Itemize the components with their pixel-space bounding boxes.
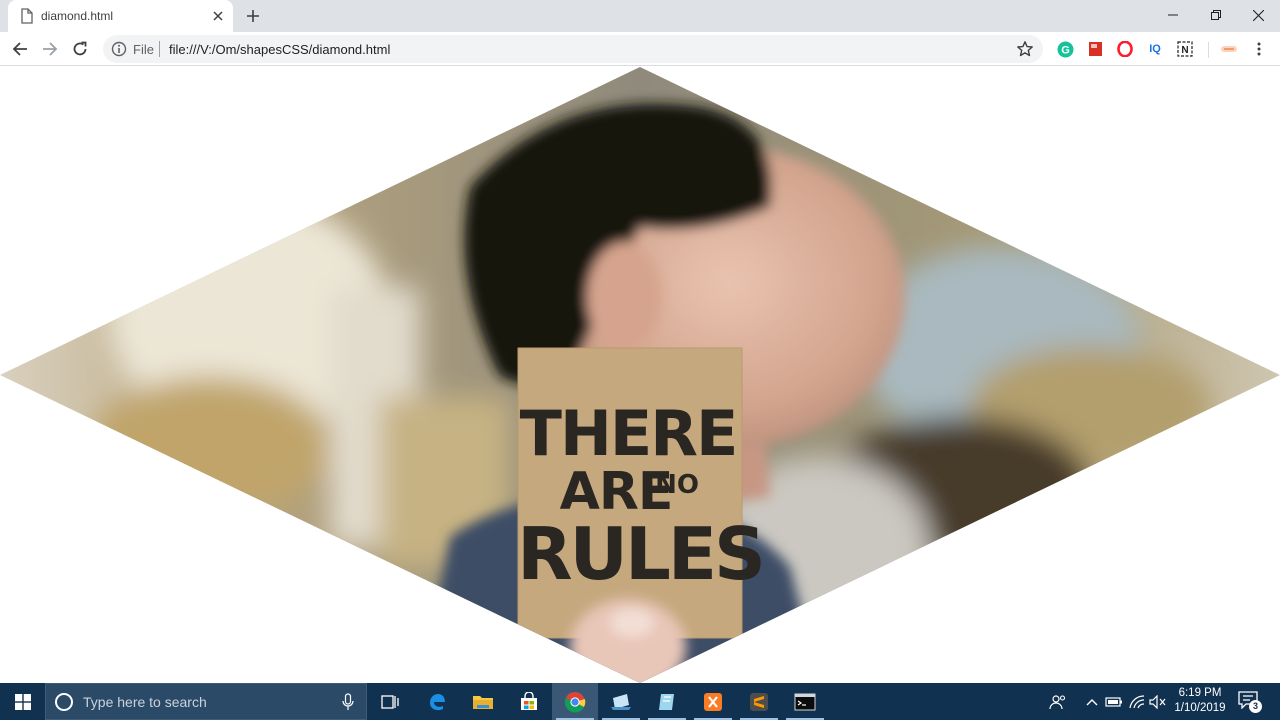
grammarly-icon: G xyxy=(1057,41,1073,57)
taskbar-app-6[interactable] xyxy=(598,683,644,720)
taskbar-terminal[interactable] xyxy=(782,683,828,720)
restore-icon xyxy=(1211,10,1221,20)
opera-icon xyxy=(1117,41,1133,57)
taskbar-file-explorer[interactable] xyxy=(460,683,506,720)
cortana-icon xyxy=(55,693,73,711)
back-button[interactable] xyxy=(8,37,32,61)
iq-icon[interactable]: IQ xyxy=(1146,40,1164,58)
tab-strip: diamond.html xyxy=(0,0,1280,32)
notification-count-badge: 3 xyxy=(1249,700,1262,713)
plus-icon xyxy=(247,10,259,22)
book-icon xyxy=(1088,42,1102,56)
notion-n-icon[interactable]: N xyxy=(1176,40,1194,58)
search-placeholder: Type here to search xyxy=(83,694,207,710)
toggle-icon[interactable] xyxy=(1220,40,1238,58)
taskbar-store[interactable] xyxy=(506,683,552,720)
tab-diamond-html[interactable]: diamond.html xyxy=(8,0,233,32)
tab-close-button[interactable] xyxy=(208,6,228,26)
microphone-icon[interactable] xyxy=(342,693,354,711)
arrow-left-icon xyxy=(12,42,27,56)
taskbar-sublime[interactable] xyxy=(736,683,782,720)
battery-button[interactable] xyxy=(1104,683,1124,720)
new-tab-button[interactable] xyxy=(242,5,264,27)
reload-icon xyxy=(73,41,87,56)
svg-text:N: N xyxy=(1181,45,1188,56)
taskbar-edge[interactable] xyxy=(414,683,460,720)
taskbar-search-box[interactable]: Type here to search xyxy=(45,683,367,720)
arrow-right-icon xyxy=(43,42,58,56)
taskbar-xampp[interactable] xyxy=(690,683,736,720)
card-text-there: THERE xyxy=(520,397,737,470)
toggle-icon xyxy=(1221,46,1237,52)
browser-toolbar: File file:///V:/Om/shapesCSS/diamond.htm… xyxy=(0,32,1280,66)
app-window-icon xyxy=(611,693,631,710)
n-box-icon: N xyxy=(1177,41,1193,57)
people-button[interactable] xyxy=(1046,683,1070,720)
windows-taskbar: Type here to search 6:19 PM 1/10/2019 3 xyxy=(0,683,1280,720)
card-text-no: NO xyxy=(655,470,699,500)
tab-title: diamond.html xyxy=(41,9,114,23)
diamond-clipped-photo: THERE ARE NO RULES xyxy=(0,67,1280,683)
kraft-card: THERE ARE NO RULES xyxy=(517,347,766,639)
page-viewport: THERE ARE NO RULES xyxy=(0,67,1280,683)
folder-icon xyxy=(473,695,493,709)
document-icon xyxy=(21,8,33,24)
taskbar-chrome[interactable] xyxy=(552,683,598,720)
battery-icon xyxy=(1105,696,1122,707)
omnibox-divider xyxy=(159,41,160,57)
taskbar-clock[interactable]: 6:19 PM 1/10/2019 xyxy=(1168,686,1232,716)
reload-button[interactable] xyxy=(68,37,92,61)
task-view-button[interactable] xyxy=(367,683,413,720)
scheme-label: File xyxy=(133,42,154,57)
volume-muted-icon xyxy=(1149,694,1166,709)
start-button[interactable] xyxy=(0,683,45,720)
wifi-icon xyxy=(1129,694,1145,708)
task-view-icon xyxy=(381,694,399,709)
network-button[interactable] xyxy=(1127,683,1147,720)
edge-icon xyxy=(430,693,445,710)
close-icon xyxy=(213,11,223,21)
bookmark-star-icon[interactable] xyxy=(1016,40,1034,58)
restore-button[interactable] xyxy=(1194,0,1238,30)
kebab-menu-icon xyxy=(1257,42,1261,56)
app-doc-icon xyxy=(659,693,674,710)
chrome-icon xyxy=(564,691,586,713)
chevron-up-icon xyxy=(1086,698,1098,705)
windows-logo-icon xyxy=(14,693,31,710)
show-hidden-icons-button[interactable] xyxy=(1082,683,1102,720)
svg-text:G: G xyxy=(1061,44,1070,56)
url-text[interactable]: file:///V:/Om/shapesCSS/diamond.html xyxy=(169,42,390,57)
grammarly-icon[interactable]: G xyxy=(1056,40,1074,58)
info-icon[interactable] xyxy=(111,41,127,57)
opera-icon[interactable] xyxy=(1116,40,1134,58)
photo-content: THERE ARE NO RULES xyxy=(0,67,1280,683)
xampp-icon xyxy=(704,692,722,711)
red-book-icon[interactable] xyxy=(1086,40,1104,58)
toolbar-divider xyxy=(1208,42,1209,58)
close-icon xyxy=(1252,9,1264,21)
clock-date: 1/10/2019 xyxy=(1174,702,1226,714)
card-text-rules: RULES xyxy=(517,512,763,596)
clock-time: 6:19 PM xyxy=(1178,687,1222,699)
volume-button[interactable] xyxy=(1148,683,1168,720)
chrome-menu-button[interactable] xyxy=(1250,40,1268,58)
minimize-button[interactable] xyxy=(1151,0,1195,30)
sublime-text-icon xyxy=(750,692,768,711)
minimize-icon xyxy=(1168,14,1178,16)
store-bag-icon xyxy=(521,691,537,710)
window-close-button[interactable] xyxy=(1236,0,1280,30)
address-bar[interactable]: File file:///V:/Om/shapesCSS/diamond.htm… xyxy=(103,35,1043,63)
forward-button[interactable] xyxy=(38,37,62,61)
people-icon xyxy=(1049,694,1066,709)
action-center-button[interactable]: 3 xyxy=(1238,691,1262,713)
terminal-icon xyxy=(794,693,816,710)
taskbar-app-7[interactable] xyxy=(644,683,690,720)
